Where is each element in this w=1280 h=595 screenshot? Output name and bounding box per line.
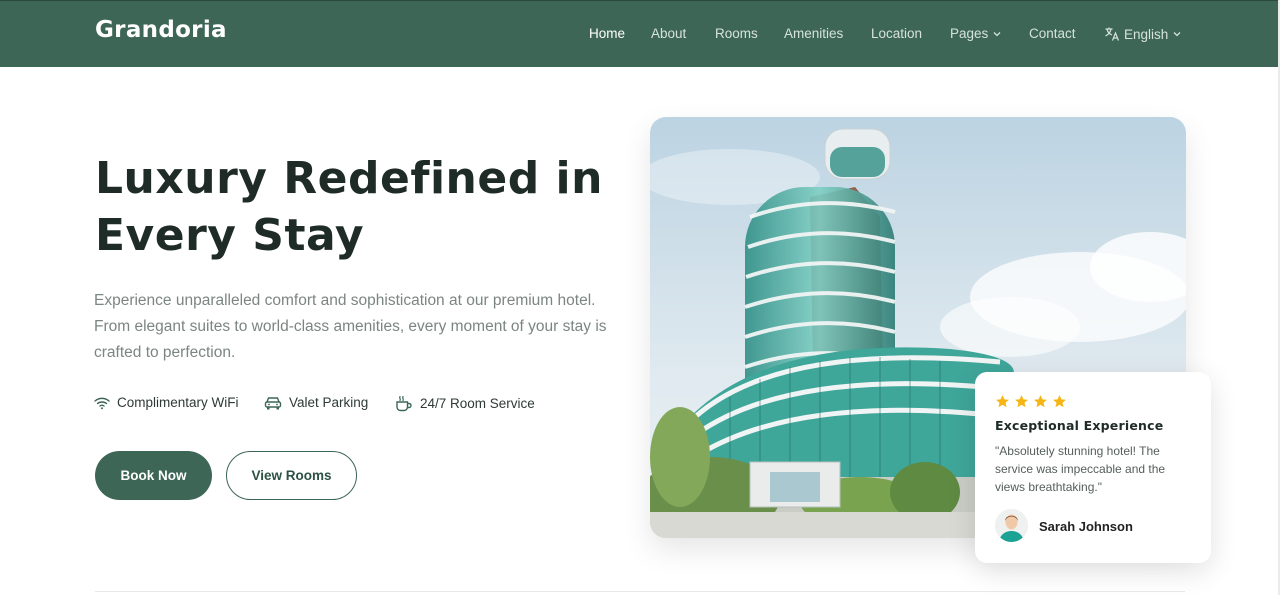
- nav-amenities[interactable]: Amenities: [784, 26, 843, 41]
- review-quote: "Absolutely stunning hotel! The service …: [995, 444, 1166, 494]
- hero-description: Experience unparalleled comfort and soph…: [94, 292, 607, 361]
- hero-title: Luxury Redefined in Every Stay: [95, 150, 615, 264]
- feature-room-service-label: 24/7 Room Service: [420, 396, 535, 411]
- chevron-down-icon: [992, 29, 1002, 39]
- nav-contact[interactable]: Contact: [1029, 26, 1076, 41]
- nav-home[interactable]: Home: [589, 26, 625, 41]
- site-header: Grandoria Home About Rooms Amenities Loc…: [0, 0, 1280, 67]
- feature-parking-label: Valet Parking: [289, 395, 369, 410]
- nav-pages-dropdown[interactable]: Pages: [950, 26, 1002, 41]
- star-icon: [1033, 394, 1048, 409]
- translate-icon: [1104, 26, 1120, 42]
- chevron-down-icon: [1172, 29, 1182, 39]
- view-rooms-button[interactable]: View Rooms: [226, 451, 357, 500]
- nav-location[interactable]: Location: [871, 26, 922, 41]
- rating-stars: [995, 394, 1067, 409]
- feature-room-service: 24/7 Room Service: [395, 395, 535, 412]
- nav-about[interactable]: About: [651, 26, 686, 41]
- review-card: Exceptional Experience "Absolutely stunn…: [975, 372, 1211, 563]
- nav-pages-label: Pages: [950, 26, 989, 41]
- book-now-button[interactable]: Book Now: [95, 451, 212, 500]
- nav-rooms[interactable]: Rooms: [715, 26, 758, 41]
- feature-parking: Valet Parking: [264, 395, 368, 410]
- star-icon: [1052, 394, 1067, 409]
- feature-list: Complimentary WiFi Valet Parking 24/7 Ro…: [94, 395, 614, 415]
- feature-wifi: Complimentary WiFi: [94, 395, 239, 410]
- star-icon: [995, 394, 1010, 409]
- car-icon: [264, 396, 282, 410]
- cup-icon: [395, 395, 413, 412]
- star-icon: [1014, 394, 1029, 409]
- hero-title-line1: Luxury Redefined in: [95, 153, 603, 204]
- language-selector[interactable]: English: [1104, 26, 1182, 42]
- wifi-icon: [94, 396, 110, 410]
- section-divider: [95, 591, 1185, 592]
- feature-wifi-label: Complimentary WiFi: [117, 395, 239, 410]
- reviewer-name: Sarah Johnson: [1039, 519, 1133, 534]
- main-nav: Home About Rooms Amenities Location Page…: [0, 26, 1280, 46]
- language-label: English: [1124, 26, 1169, 42]
- review-title: Exceptional Experience: [995, 418, 1164, 433]
- hero-title-line2: Every Stay: [95, 210, 365, 261]
- avatar: [995, 509, 1028, 542]
